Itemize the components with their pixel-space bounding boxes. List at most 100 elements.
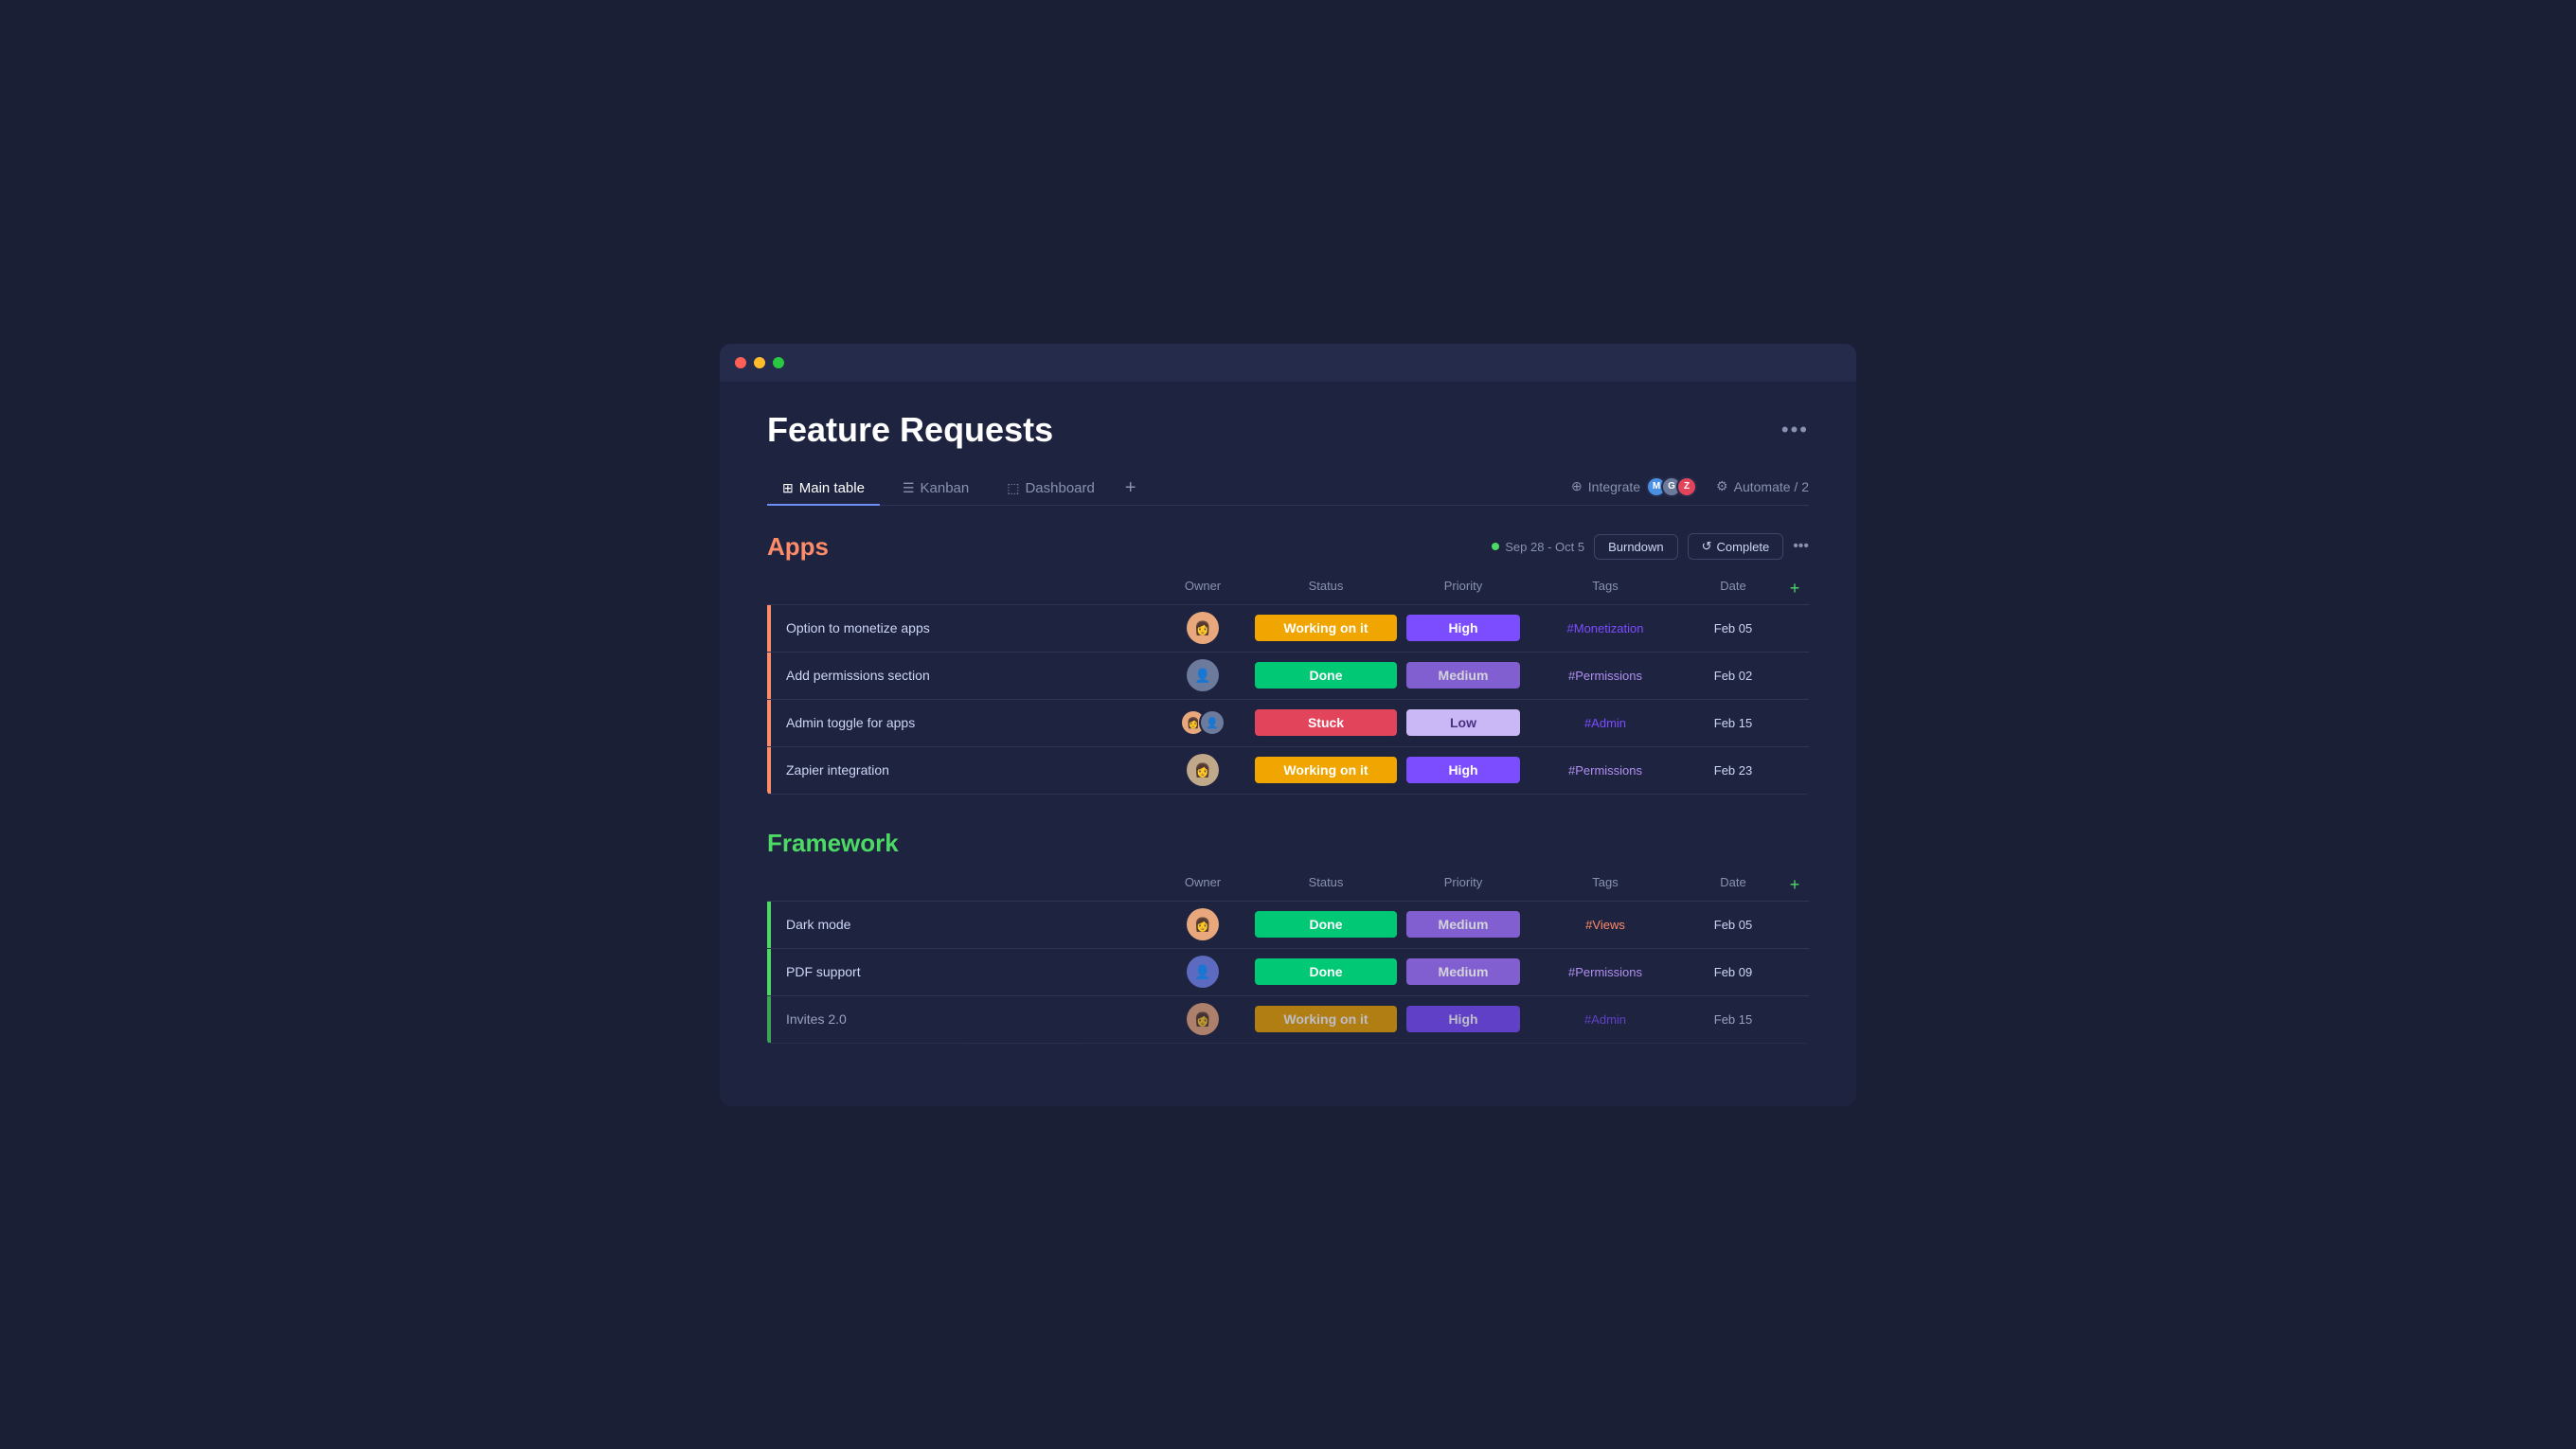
avatar: 👩 xyxy=(1187,1003,1219,1035)
dashboard-icon: ⬚ xyxy=(1007,480,1019,496)
date-cell: Feb 15 xyxy=(1686,1012,1780,1027)
complete-icon: ↺ xyxy=(1702,539,1712,554)
col-header-add[interactable]: + xyxy=(1780,579,1809,599)
owner-cell: 👩 xyxy=(1155,1003,1250,1035)
status-cell[interactable]: Done xyxy=(1250,662,1402,689)
minimize-button[interactable] xyxy=(754,357,765,368)
owner-cell: 👩 👤 xyxy=(1155,709,1250,736)
automate-label: Automate / 2 xyxy=(1734,479,1809,494)
date-range-text: Sep 28 - Oct 5 xyxy=(1505,540,1584,554)
table-row[interactable]: Admin toggle for apps 👩 👤 Stuck Low xyxy=(767,700,1809,747)
col-header-status: Status xyxy=(1250,875,1402,895)
priority-badge: Low xyxy=(1406,709,1520,736)
tags-cell: #Views xyxy=(1525,918,1686,932)
priority-cell[interactable]: Medium xyxy=(1402,911,1525,938)
tags-cell: #Admin xyxy=(1525,1012,1686,1027)
table-row[interactable]: Add permissions section 👤 Done Medium #P… xyxy=(767,653,1809,700)
avatar: 👤 xyxy=(1187,956,1219,988)
priority-cell[interactable]: High xyxy=(1402,615,1525,641)
table-row[interactable]: Zapier integration 👩 Working on it High … xyxy=(767,747,1809,795)
section-more-button[interactable]: ••• xyxy=(1793,538,1809,555)
table-row[interactable]: Dark mode 👩 Done Medium #Views Feb 05 xyxy=(767,902,1809,949)
integrate-icon: ⊕ xyxy=(1571,478,1583,494)
priority-badge: Medium xyxy=(1406,911,1520,938)
priority-cell[interactable]: High xyxy=(1402,1006,1525,1032)
tag: #Views xyxy=(1585,918,1625,932)
col-header-tags: Tags xyxy=(1525,875,1686,895)
apps-table-header: Owner Status Priority Tags Date + xyxy=(767,573,1809,605)
date-range: Sep 28 - Oct 5 xyxy=(1492,540,1584,554)
date-cell: Feb 09 xyxy=(1686,965,1780,979)
add-tab-button[interactable]: + xyxy=(1118,474,1144,503)
complete-button[interactable]: ↺ Complete xyxy=(1688,533,1784,560)
row-accent xyxy=(767,700,771,746)
row-name: Zapier integration xyxy=(767,762,1155,778)
row-accent xyxy=(767,747,771,794)
date-cell: Feb 15 xyxy=(1686,716,1780,730)
avatar: 👩 xyxy=(1187,612,1219,644)
date-cell: Feb 05 xyxy=(1686,621,1780,635)
tags-cell: #Permissions xyxy=(1525,763,1686,778)
status-badge: Working on it xyxy=(1255,615,1397,641)
tag: #Permissions xyxy=(1568,763,1642,778)
table-row[interactable]: Invites 2.0 👩 Working on it High #Admin … xyxy=(767,996,1809,1044)
avatar: 👤 xyxy=(1187,659,1219,691)
priority-cell[interactable]: High xyxy=(1402,757,1525,783)
status-badge: Working on it xyxy=(1255,757,1397,783)
page-header: Feature Requests ••• xyxy=(767,410,1809,450)
section-apps-header: Apps Sep 28 - Oct 5 Burndown ↺ Complete … xyxy=(767,532,1809,562)
automate-button[interactable]: ⚙ Automate / 2 xyxy=(1716,478,1809,494)
tab-dashboard[interactable]: ⬚ Dashboard xyxy=(992,473,1110,506)
tab-main-table[interactable]: ⊞ Main table xyxy=(767,473,880,506)
priority-cell[interactable]: Medium xyxy=(1402,958,1525,985)
col-header-add[interactable]: + xyxy=(1780,875,1809,895)
owner-cell: 👩 xyxy=(1155,754,1250,786)
tags-cell: #Monetization xyxy=(1525,621,1686,635)
col-header-name xyxy=(767,875,1155,895)
priority-badge: High xyxy=(1406,1006,1520,1032)
row-name: Option to monetize apps xyxy=(767,620,1155,635)
row-name: Invites 2.0 xyxy=(767,1011,1155,1027)
date-cell: Feb 05 xyxy=(1686,918,1780,932)
priority-cell[interactable]: Medium xyxy=(1402,662,1525,689)
avatar: 👩 xyxy=(1187,908,1219,940)
owner-cell: 👩 xyxy=(1155,908,1250,940)
avatar-badge-3: Z xyxy=(1676,476,1697,497)
status-cell[interactable]: Working on it xyxy=(1250,1006,1402,1032)
row-name: Add permissions section xyxy=(767,668,1155,683)
tag: #Admin xyxy=(1584,1012,1626,1027)
integrate-button[interactable]: ⊕ Integrate M G Z xyxy=(1571,476,1697,497)
col-header-tags: Tags xyxy=(1525,579,1686,599)
framework-table: Owner Status Priority Tags Date + Dark m… xyxy=(767,869,1809,1044)
tag: #Permissions xyxy=(1568,669,1642,683)
maximize-button[interactable] xyxy=(773,357,784,368)
apps-table: Owner Status Priority Tags Date + Option… xyxy=(767,573,1809,795)
date-cell: Feb 02 xyxy=(1686,669,1780,683)
table-row[interactable]: PDF support 👤 Done Medium #Permissions F… xyxy=(767,949,1809,996)
kanban-icon: ☰ xyxy=(903,480,915,496)
burndown-button[interactable]: Burndown xyxy=(1594,534,1678,560)
more-options-button[interactable]: ••• xyxy=(1781,418,1809,442)
avatar: 👤 xyxy=(1199,709,1225,736)
priority-cell[interactable]: Low xyxy=(1402,709,1525,736)
owner-cell: 👤 xyxy=(1155,659,1250,691)
table-row[interactable]: Option to monetize apps 👩 Working on it … xyxy=(767,605,1809,653)
priority-badge: High xyxy=(1406,615,1520,641)
status-cell[interactable]: Done xyxy=(1250,958,1402,985)
row-name: Admin toggle for apps xyxy=(767,715,1155,730)
close-button[interactable] xyxy=(735,357,746,368)
priority-badge: Medium xyxy=(1406,662,1520,689)
status-cell[interactable]: Working on it xyxy=(1250,615,1402,641)
status-cell[interactable]: Working on it xyxy=(1250,757,1402,783)
framework-table-header: Owner Status Priority Tags Date + xyxy=(767,869,1809,902)
section-framework-header: Framework xyxy=(767,829,1809,858)
tab-actions: ⊕ Integrate M G Z ⚙ Automate / 2 xyxy=(1571,476,1809,501)
tab-kanban[interactable]: ☰ Kanban xyxy=(887,473,984,506)
tab-bar: ⊞ Main table ☰ Kanban ⬚ Dashboard + ⊕ In… xyxy=(767,473,1809,506)
status-cell[interactable]: Done xyxy=(1250,911,1402,938)
tag: #Admin xyxy=(1584,716,1626,730)
status-cell[interactable]: Stuck xyxy=(1250,709,1402,736)
col-header-priority: Priority xyxy=(1402,579,1525,599)
complete-label: Complete xyxy=(1717,540,1770,554)
col-header-owner: Owner xyxy=(1155,579,1250,599)
